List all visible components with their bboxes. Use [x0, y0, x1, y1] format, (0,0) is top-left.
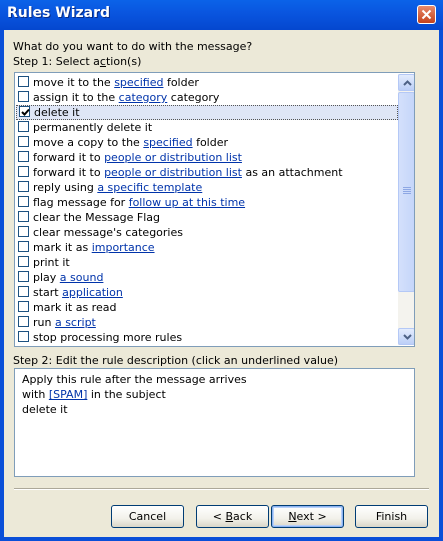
action-item[interactable]: mark it as importance — [16, 240, 398, 255]
next-button[interactable]: Next > — [271, 505, 344, 528]
action-value-link[interactable]: people or distribution list — [104, 151, 242, 164]
action-label: start application — [33, 286, 123, 299]
action-checkbox[interactable] — [18, 91, 29, 102]
action-label: flag message for follow up at this time — [33, 196, 246, 209]
description-line: delete it — [22, 403, 68, 416]
title-bar[interactable]: Rules Wizard — [0, 0, 443, 30]
rules-wizard-window: Rules Wizard What do you want to do with… — [0, 0, 443, 541]
rule-description-box: Apply this rule after the message arrive… — [14, 368, 415, 477]
action-value-link[interactable]: a script — [55, 316, 96, 329]
window-title: Rules Wizard — [7, 5, 111, 21]
action-checkbox[interactable] — [18, 166, 29, 177]
action-item[interactable]: permanently delete it — [16, 120, 398, 135]
cancel-button[interactable]: Cancel — [111, 505, 184, 528]
action-value-link[interactable]: people or distribution list — [104, 166, 242, 179]
action-item[interactable]: stop processing more rules — [16, 330, 398, 345]
action-item[interactable]: print it — [16, 255, 398, 270]
action-value-link[interactable]: importance — [92, 241, 155, 254]
action-checkbox[interactable] — [18, 271, 29, 282]
action-label: clear the Message Flag — [33, 211, 160, 224]
separator — [14, 488, 429, 490]
finish-button[interactable]: Finish — [355, 505, 428, 528]
step1-label: Step 1: Select action(s) — [13, 55, 142, 68]
action-checkbox[interactable] — [18, 256, 29, 267]
action-checkbox[interactable] — [18, 196, 29, 207]
scroll-thumb[interactable] — [398, 92, 414, 292]
action-value-link[interactable]: a specific template — [97, 181, 202, 194]
actions-scrollbar[interactable] — [398, 74, 414, 345]
action-item[interactable]: move it to the specified folder — [16, 75, 398, 90]
action-item[interactable]: reply using a specific template — [16, 180, 398, 195]
action-item[interactable]: clear message's categories — [16, 225, 398, 240]
action-checkbox[interactable] — [18, 226, 29, 237]
action-checkbox[interactable] — [18, 136, 29, 147]
action-label: permanently delete it — [33, 121, 153, 134]
action-item[interactable]: assign it to the category category — [16, 90, 398, 105]
action-label: play a sound — [33, 271, 104, 284]
action-label: move it to the specified folder — [33, 76, 199, 89]
action-value-link[interactable]: specified — [143, 136, 192, 149]
action-item[interactable]: flag message for follow up at this time — [16, 195, 398, 210]
step2-label: Step 2: Edit the rule description (click… — [13, 354, 339, 367]
description-line: Apply this rule after the message arrive… — [22, 373, 247, 386]
question-label: What do you want to do with the message? — [13, 40, 253, 53]
action-checkbox[interactable] — [18, 76, 29, 87]
action-value-link[interactable]: a sound — [60, 271, 104, 284]
action-label: forward it to people or distribution lis… — [33, 151, 242, 164]
checkmark-icon — [21, 108, 30, 116]
action-checkbox[interactable] — [18, 241, 29, 252]
action-label: mark it as read — [33, 301, 117, 314]
description-line: with [SPAM] in the subject — [22, 388, 166, 401]
scroll-down-button[interactable] — [398, 328, 414, 345]
action-checkbox[interactable] — [18, 181, 29, 192]
action-value-link[interactable]: application — [62, 286, 123, 299]
action-value-link[interactable]: follow up at this time — [129, 196, 245, 209]
action-value-link[interactable]: category — [119, 91, 168, 104]
action-checkbox[interactable] — [18, 286, 29, 297]
action-value-link[interactable]: specified — [114, 76, 163, 89]
action-label: forward it to people or distribution lis… — [33, 166, 343, 179]
action-item[interactable]: play a sound — [16, 270, 398, 285]
action-label: move a copy to the specified folder — [33, 136, 229, 149]
action-label: reply using a specific template — [33, 181, 203, 194]
back-button[interactable]: < Back — [196, 505, 269, 528]
action-label: print it — [33, 256, 70, 269]
action-label: delete it — [34, 106, 80, 119]
action-checkbox[interactable] — [18, 316, 29, 327]
action-label: clear message's categories — [33, 226, 183, 239]
action-checkbox[interactable] — [18, 151, 29, 162]
action-label: stop processing more rules — [33, 331, 183, 344]
action-item[interactable]: run a script — [16, 315, 398, 330]
action-item[interactable]: clear the Message Flag — [16, 210, 398, 225]
close-button[interactable] — [417, 5, 436, 24]
action-checkbox[interactable] — [18, 121, 29, 132]
scroll-up-button[interactable] — [398, 74, 414, 91]
action-item[interactable]: mark it as read — [16, 300, 398, 315]
action-item[interactable]: forward it to people or distribution lis… — [16, 150, 398, 165]
action-item[interactable]: start application — [16, 285, 398, 300]
action-item[interactable]: move a copy to the specified folder — [16, 135, 398, 150]
dialog-body: What do you want to do with the message?… — [4, 30, 439, 537]
action-checkbox[interactable] — [18, 331, 29, 342]
action-label: run a script — [33, 316, 96, 329]
action-checkbox[interactable] — [18, 301, 29, 312]
spam-value-link[interactable]: [SPAM] — [49, 388, 88, 401]
actions-list[interactable]: stop processing more rules run a script ma… — [14, 72, 415, 347]
action-label: assign it to the category category — [33, 91, 220, 104]
action-label: mark it as importance — [33, 241, 155, 254]
action-item[interactable]: delete it — [16, 105, 398, 120]
action-checkbox[interactable] — [19, 106, 30, 117]
action-checkbox[interactable] — [18, 211, 29, 222]
action-item[interactable]: forward it to people or distribution lis… — [16, 165, 398, 180]
